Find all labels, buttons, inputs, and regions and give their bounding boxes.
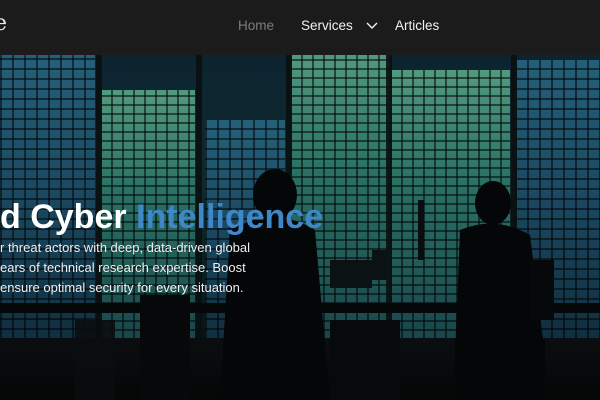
- nav-home[interactable]: Home: [238, 18, 274, 33]
- hero-description-line: ears of technical research expertise. Bo…: [0, 260, 246, 275]
- hero-title: d Cyber Intelligence: [0, 198, 323, 237]
- hero-title-part: d Cyber: [0, 197, 127, 236]
- chevron-down-icon: [366, 22, 378, 30]
- nav-articles[interactable]: Articles: [395, 18, 439, 33]
- hero-description-line: r threat actors with deep, data-driven g…: [0, 240, 251, 255]
- hero-section: d Cyber Intelligence r threat actors wit…: [0, 55, 600, 400]
- main-nav: Home Services Articles: [0, 0, 600, 55]
- nav-services[interactable]: Services: [301, 18, 378, 33]
- nav-services-label: Services: [301, 18, 353, 33]
- hero-title-accent: Intelligence: [136, 197, 324, 236]
- top-navigation-bar: e Home Services Articles: [0, 0, 600, 55]
- hero-description-line: ensure optimal security for every situat…: [0, 280, 244, 295]
- hero-description: r threat actors with deep, data-driven g…: [0, 238, 260, 298]
